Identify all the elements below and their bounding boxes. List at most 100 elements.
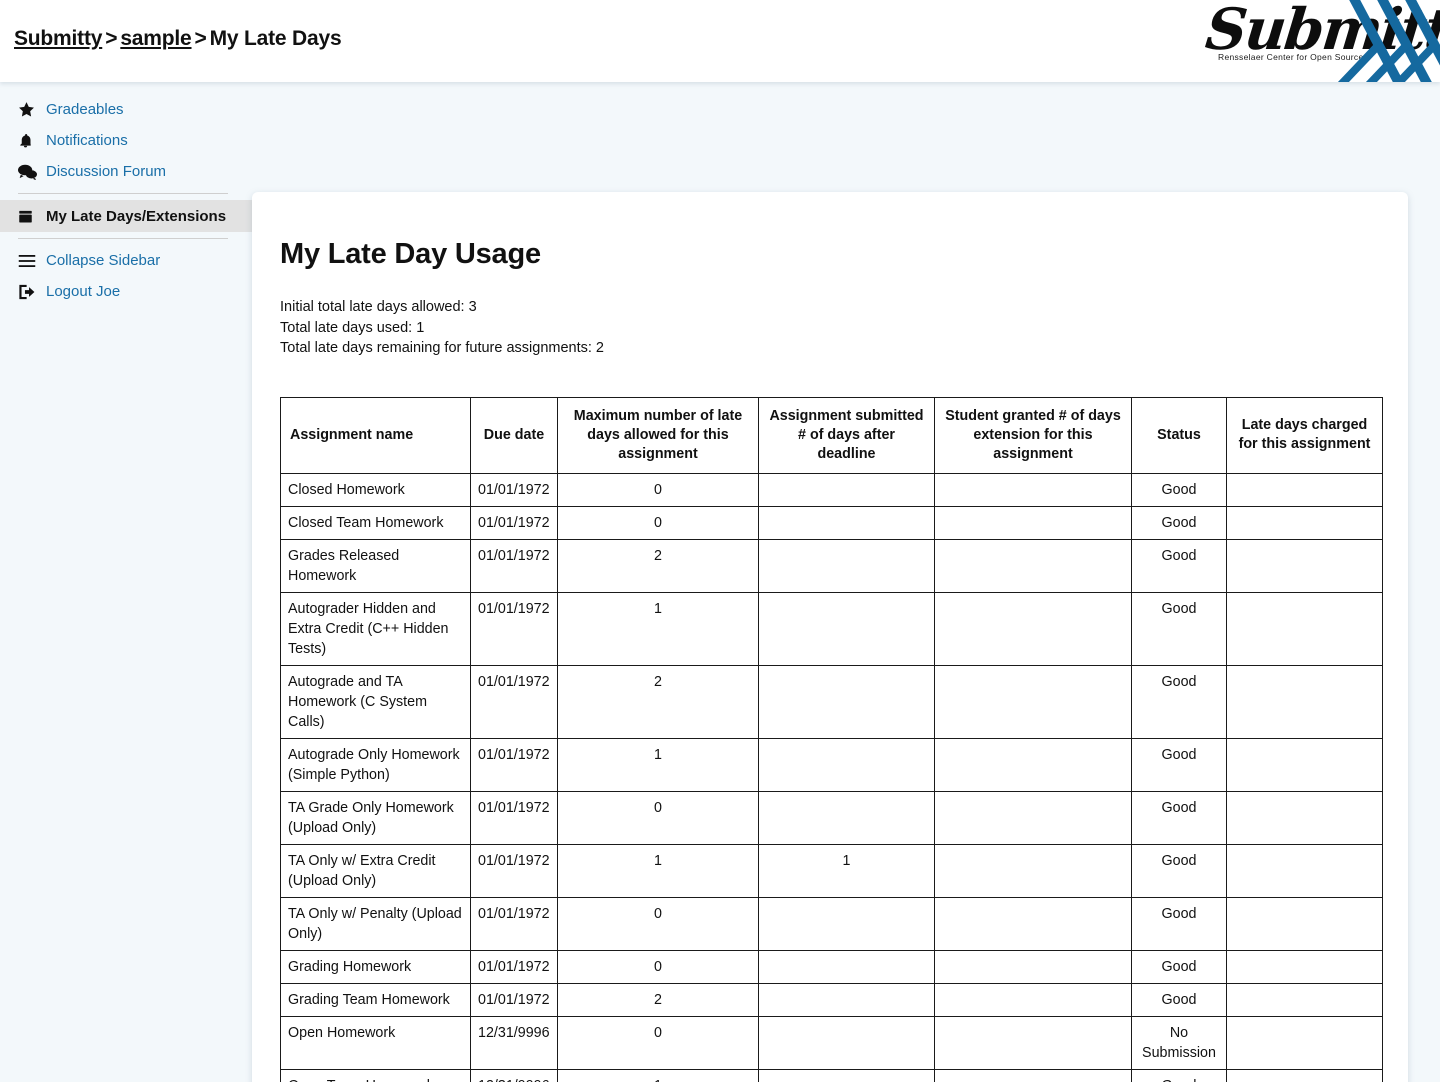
sidebar-divider-bottom: [18, 238, 228, 239]
cell-submitted-after: [758, 1015, 935, 1070]
cell-assignment-name: Autograde Only Homework (Simple Python): [280, 737, 471, 792]
cell-max-late-days: 0: [557, 505, 759, 540]
late-days-table: Assignment name Due date Maximum number …: [280, 396, 1383, 1082]
cell-extension-granted: [934, 737, 1132, 792]
cell-due-date: 01/01/1972: [470, 472, 558, 507]
sign-out-icon: [18, 284, 46, 300]
cell-due-date: 01/01/1972: [470, 505, 558, 540]
cell-extension-granted: [934, 472, 1132, 507]
cell-late-days-charged: [1226, 538, 1383, 593]
cell-submitted-after: 1: [758, 843, 935, 898]
sidebar-item-label: Notifications: [46, 132, 128, 149]
cell-assignment-name: Grading Team Homework: [280, 982, 471, 1017]
cell-extension-granted: [934, 505, 1132, 540]
sidebar-item-gradeables[interactable]: Gradeables: [0, 94, 252, 125]
cell-status: Good: [1131, 790, 1227, 845]
cell-assignment-name: Closed Homework: [280, 472, 471, 507]
cell-status: Good: [1131, 591, 1227, 666]
cell-assignment-name: Autograde and TA Homework (C System Call…: [280, 664, 471, 739]
cell-late-days-charged: [1226, 1015, 1383, 1070]
cell-due-date: 01/01/1972: [470, 737, 558, 792]
cell-due-date: 01/01/1972: [470, 949, 558, 984]
cell-late-days-charged: [1226, 737, 1383, 792]
table-row: Autograder Hidden and Extra Credit (C++ …: [280, 591, 1383, 666]
sidebar-item-label: Collapse Sidebar: [46, 252, 161, 269]
cell-due-date: 12/31/9996: [470, 1015, 558, 1070]
cell-assignment-name: Closed Team Homework: [280, 505, 471, 540]
cell-submitted-after: [758, 896, 935, 951]
table-row: Autograde Only Homework (Simple Python) 0…: [280, 737, 1383, 792]
main-content-panel: My Late Day Usage Initial total late day…: [252, 192, 1408, 1082]
cell-assignment-name: Open Homework: [280, 1015, 471, 1070]
cell-max-late-days: 2: [557, 538, 759, 593]
cell-assignment-name: TA Only w/ Extra Credit (Upload Only): [280, 843, 471, 898]
breadcrumb: Submitty > sample > My Late Days: [14, 27, 342, 51]
cell-max-late-days: 0: [557, 790, 759, 845]
breadcrumb-link-submitty[interactable]: Submitty: [14, 27, 102, 50]
sidebar-divider-top: [18, 193, 228, 194]
sidebar-item-collapse-sidebar[interactable]: Collapse Sidebar: [0, 245, 252, 276]
breadcrumb-link-sample[interactable]: sample: [120, 27, 191, 50]
cell-assignment-name: Open Team Homework: [280, 1068, 471, 1082]
cell-submitted-after: [758, 1068, 935, 1082]
cell-status: Good: [1131, 982, 1227, 1017]
cell-extension-granted: [934, 790, 1132, 845]
cell-max-late-days: 0: [557, 1015, 759, 1070]
cell-due-date: 01/01/1972: [470, 664, 558, 739]
cell-late-days-charged: [1226, 472, 1383, 507]
cell-extension-granted: [934, 843, 1132, 898]
cell-extension-granted: [934, 949, 1132, 984]
cell-extension-granted: [934, 538, 1132, 593]
hamburger-icon: [18, 254, 46, 268]
table-row: TA Only w/ Penalty (Upload Only) 01/01/19…: [280, 896, 1383, 951]
cell-max-late-days: 0: [557, 472, 759, 507]
submitty-logo[interactable]: Submitty Rensselaer Center for Open Sour…: [1200, 0, 1440, 82]
column-header-late-days-charged: Late days charged for this assignment: [1226, 396, 1383, 474]
cell-assignment-name: Autograder Hidden and Extra Credit (C++ …: [280, 591, 471, 666]
cell-status: Good: [1131, 538, 1227, 593]
cell-extension-granted: [934, 664, 1132, 739]
cell-status: Good: [1131, 896, 1227, 951]
sidebar-item-notifications[interactable]: Notifications: [0, 125, 252, 156]
cell-submitted-after: [758, 790, 935, 845]
cell-extension-granted: [934, 982, 1132, 1017]
cell-assignment-name: Grades Released Homework: [280, 538, 471, 593]
cell-extension-granted: [934, 1068, 1132, 1082]
page-title: My Late Day Usage: [280, 238, 541, 270]
breadcrumb-current-page: My Late Days: [209, 27, 342, 50]
table-row: Grading Team Homework 01/01/1972 2 Good: [280, 982, 1383, 1017]
table-header: Assignment name Due date Maximum number …: [280, 396, 1383, 474]
table-row: Open Homework 12/31/9996 0 No Submission: [280, 1015, 1383, 1070]
sidebar-item-logout[interactable]: Logout Joe: [0, 276, 252, 307]
column-header-status: Status: [1131, 396, 1227, 474]
cell-status: Good: [1131, 472, 1227, 507]
cell-assignment-name: Grading Homework: [280, 949, 471, 984]
late-day-summary: Initial total late days allowed: 3 Total…: [280, 297, 1380, 359]
sidebar-item-discussion-forum[interactable]: Discussion Forum: [0, 156, 252, 187]
column-header-due-date: Due date: [470, 396, 558, 474]
cell-submitted-after: [758, 591, 935, 666]
cell-late-days-charged: [1226, 896, 1383, 951]
sidebar-item-label: My Late Days/Extensions: [46, 207, 227, 225]
table-row: Closed Team Homework 01/01/1972 0 Good: [280, 505, 1383, 540]
cell-due-date: 01/01/1972: [470, 843, 558, 898]
summary-initial-allowed: Initial total late days allowed: 3: [280, 299, 477, 315]
cell-late-days-charged: [1226, 982, 1383, 1017]
cell-max-late-days: 2: [557, 982, 759, 1017]
sidebar-item-my-late-days[interactable]: My Late Days/Extensions: [0, 200, 252, 232]
cell-status: No Submission: [1131, 1015, 1227, 1070]
star-icon: [18, 101, 46, 118]
cell-due-date: 01/01/1972: [470, 896, 558, 951]
cell-due-date: 01/01/1972: [470, 790, 558, 845]
cell-submitted-after: [758, 737, 935, 792]
table-row: Grading Homework 01/01/1972 0 Good: [280, 949, 1383, 984]
table-row: Open Team Homework12/31/99961 Good: [280, 1068, 1383, 1082]
cell-due-date: 01/01/1972: [470, 982, 558, 1017]
cell-submitted-after: [758, 538, 935, 593]
cell-status: Good: [1131, 505, 1227, 540]
cell-extension-granted: [934, 896, 1132, 951]
cell-submitted-after: [758, 664, 935, 739]
cell-status: Good: [1131, 843, 1227, 898]
table-row: TA Grade Only Homework (Upload Only) 01/0…: [280, 790, 1383, 845]
sidebar-item-label: Logout Joe: [46, 283, 121, 300]
